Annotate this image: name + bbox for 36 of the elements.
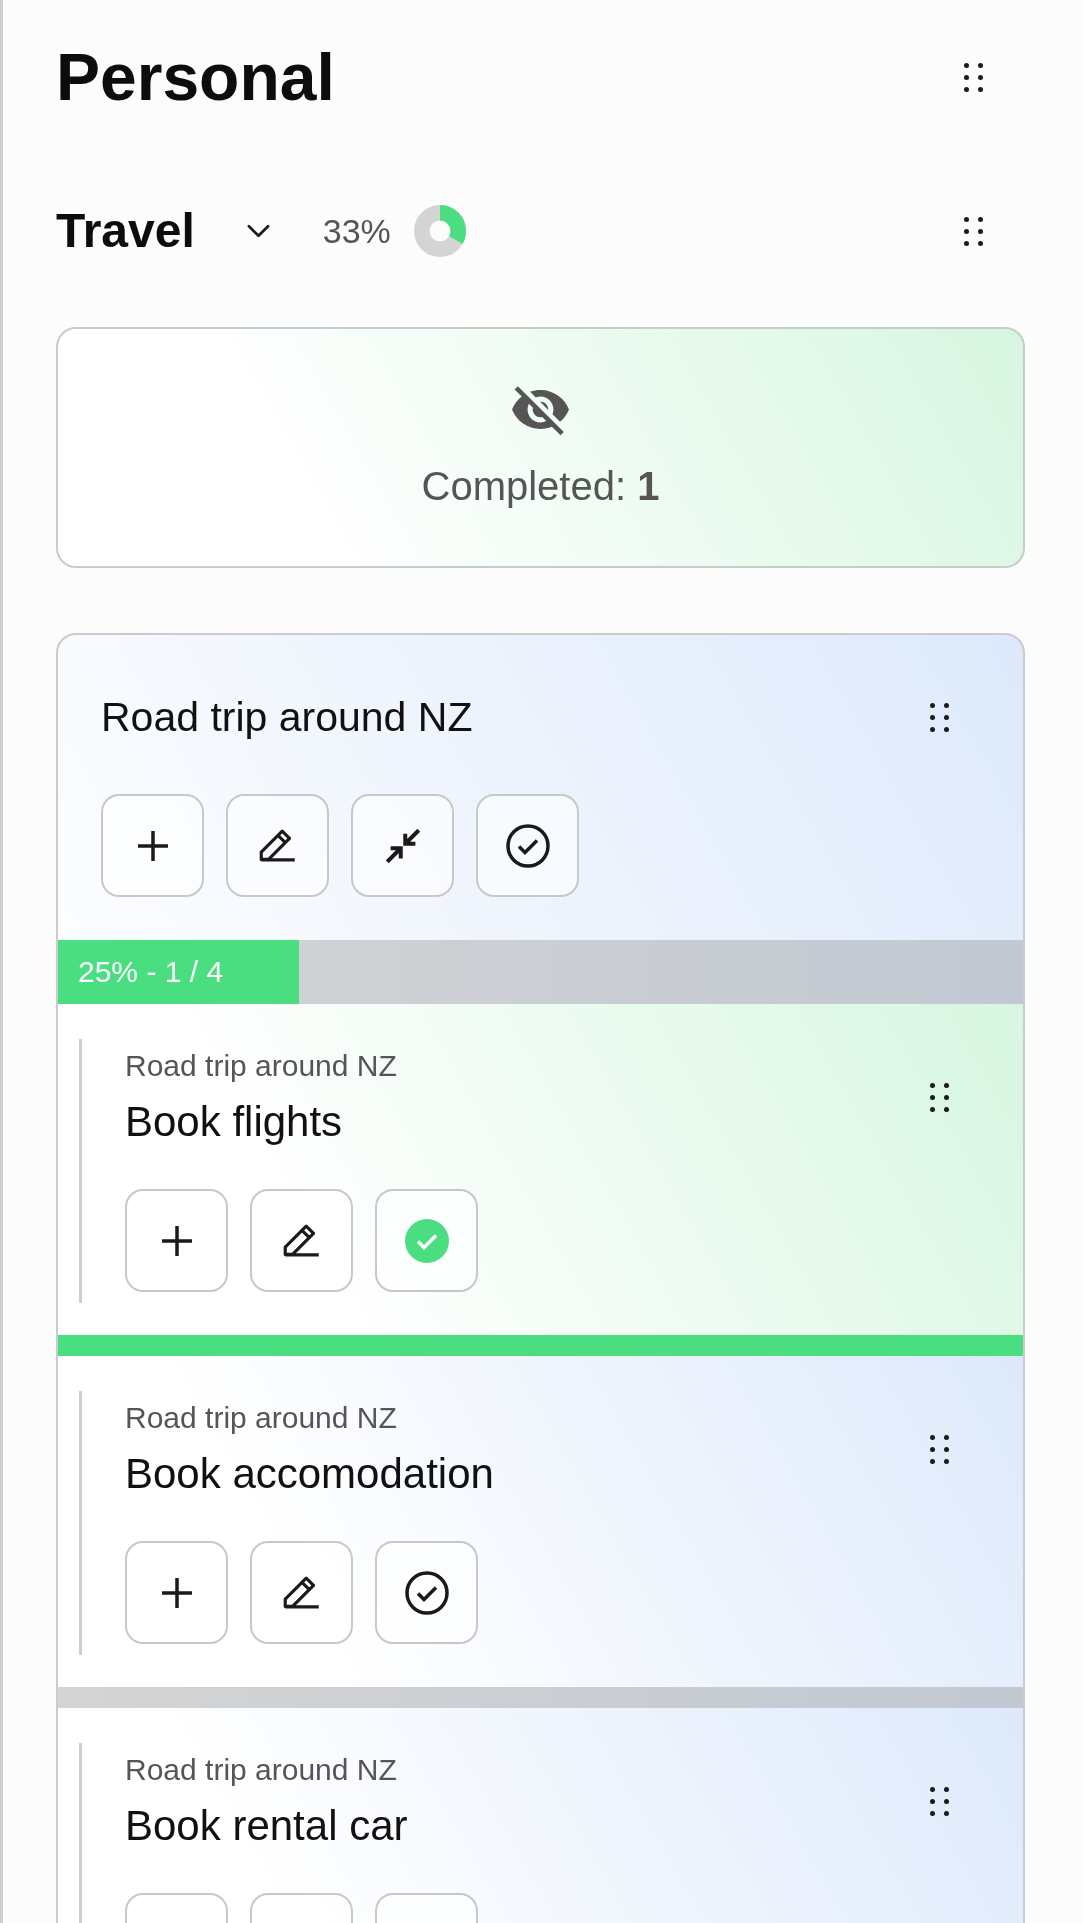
plus-icon — [136, 829, 169, 862]
progress-percent: 33% — [322, 211, 391, 251]
drag-handle-icon[interactable] — [964, 216, 983, 246]
parent-task-label: Road trip around NZ — [125, 1048, 397, 1084]
progress-label: 25% - 1 / 4 — [78, 954, 224, 990]
task-title: Road trip around NZ — [101, 693, 473, 742]
subtask-title: Book accomodation — [125, 1449, 494, 1499]
collapse-button[interactable] — [351, 794, 454, 897]
add-button[interactable] — [125, 1189, 228, 1292]
completed-count: Completed: 1 — [421, 463, 660, 510]
complete-button[interactable] — [476, 794, 579, 897]
parent-task-label: Road trip around NZ — [125, 1400, 398, 1436]
pencil-icon — [282, 1224, 321, 1257]
drag-handle-icon[interactable] — [930, 1435, 949, 1464]
add-button[interactable] — [101, 794, 204, 897]
add-button[interactable] — [125, 1541, 228, 1644]
plus-icon — [160, 1224, 193, 1257]
category-title: Travel — [56, 203, 195, 259]
pencil-icon — [258, 829, 297, 862]
edit-button[interactable] — [226, 794, 329, 897]
subtask-title: Book rental car — [125, 1801, 408, 1851]
page-title: Personal — [56, 39, 335, 116]
drag-handle-icon[interactable] — [930, 703, 949, 732]
edit-button[interactable] — [250, 1541, 353, 1644]
pencil-icon — [282, 1576, 321, 1609]
drag-handle-icon[interactable] — [930, 1083, 949, 1112]
edit-button[interactable] — [250, 1189, 353, 1292]
progress-ring — [413, 205, 466, 257]
complete-button[interactable] — [375, 1541, 478, 1644]
chevron-down-icon[interactable] — [246, 224, 270, 238]
plus-icon — [160, 1576, 193, 1609]
completed-card[interactable]: Completed: 1 — [56, 327, 1025, 568]
parent-task-label: Road trip around NZ — [125, 1752, 398, 1788]
drag-handle-icon[interactable] — [964, 63, 983, 92]
drag-handle-icon[interactable] — [930, 1787, 949, 1816]
subtask-title: Book flights — [125, 1097, 344, 1147]
